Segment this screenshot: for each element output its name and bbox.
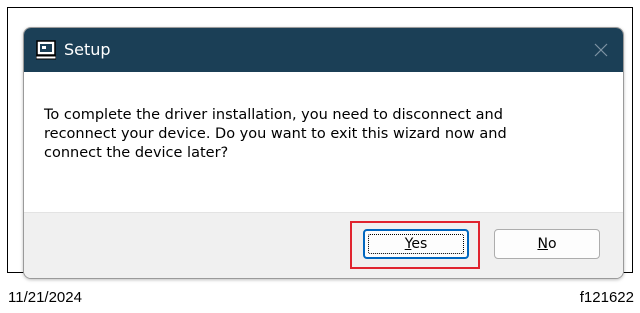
no-label-rest: o <box>547 236 557 252</box>
setup-app-icon <box>36 40 56 60</box>
button-bar: Yes No <box>24 212 623 278</box>
close-icon <box>594 43 608 57</box>
yes-button-label: Yes <box>405 236 428 252</box>
dialog-message: To complete the driver installation, you… <box>44 107 507 161</box>
yes-button[interactable]: Yes <box>363 229 469 259</box>
no-button-label: No <box>537 236 556 252</box>
no-mnemonic: N <box>537 236 548 252</box>
close-button[interactable] <box>579 28 623 72</box>
figure-id: f121622 <box>579 289 634 306</box>
yes-label-rest: es <box>411 236 428 252</box>
setup-dialog: Setup To complete the driver installatio… <box>23 27 624 279</box>
dialog-title: Setup <box>64 40 111 59</box>
caption-date: 11/21/2024 <box>8 289 82 306</box>
title-bar[interactable]: Setup <box>24 28 623 72</box>
no-button[interactable]: No <box>494 229 600 259</box>
